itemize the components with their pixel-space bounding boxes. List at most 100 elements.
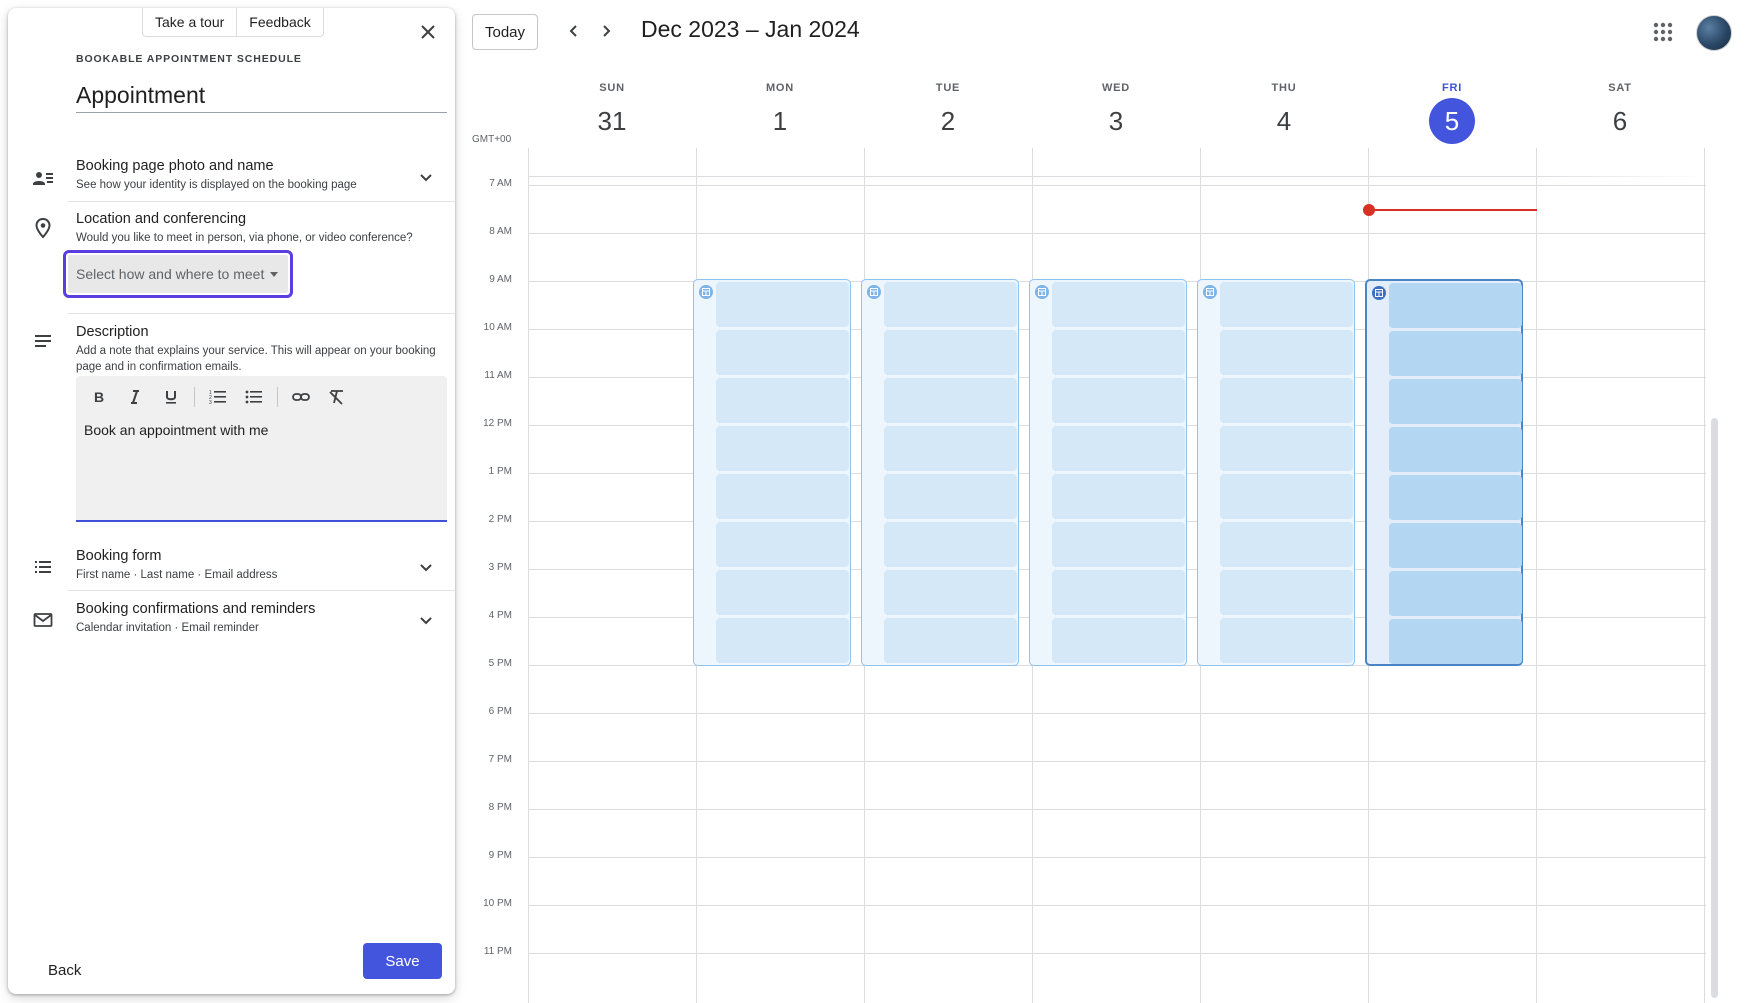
appointment-slot[interactable] [884, 618, 1017, 663]
appointment-slot[interactable] [884, 378, 1017, 423]
location-select-value: Select how and where to meet [76, 266, 265, 282]
appointment-slot[interactable] [1389, 475, 1522, 520]
day-header-wed[interactable]: WED 3 [1032, 82, 1200, 144]
numbered-list-icon[interactable]: 123 [205, 384, 231, 410]
appointment-slot[interactable] [1389, 379, 1522, 424]
apps-grid-icon[interactable] [1651, 20, 1675, 44]
chevron-right-icon[interactable] [593, 18, 619, 44]
appointment-slot[interactable] [1052, 330, 1185, 375]
bulleted-list-icon[interactable] [241, 384, 267, 410]
section-subtitle: Calendar invitation · Email reminder [76, 622, 259, 634]
appointment-slot[interactable] [1389, 523, 1522, 568]
clear-format-icon[interactable] [324, 384, 350, 410]
bold-icon[interactable]: B [86, 384, 112, 410]
appointment-slot[interactable] [716, 426, 849, 471]
appointment-slot[interactable] [1052, 426, 1185, 471]
appointment-slot[interactable] [884, 282, 1017, 327]
appointment-block[interactable] [1197, 279, 1355, 666]
appointment-slot[interactable] [1052, 474, 1185, 519]
appointment-block[interactable] [693, 279, 851, 666]
appointment-slot[interactable] [1220, 378, 1353, 423]
appointment-slot[interactable] [1220, 522, 1353, 567]
appointment-slot[interactable] [1052, 570, 1185, 615]
hour-line [528, 809, 1706, 810]
appointment-slot[interactable] [884, 570, 1017, 615]
appointment-slot[interactable] [716, 282, 849, 327]
svg-text:3: 3 [209, 400, 212, 405]
appointment-slot[interactable] [716, 618, 849, 663]
appointment-slot[interactable] [1389, 283, 1522, 328]
chevron-down-icon[interactable] [416, 611, 436, 631]
appointment-schedule-icon [1203, 285, 1217, 299]
appointment-slot[interactable] [1220, 426, 1353, 471]
day-column-divider [528, 148, 529, 1003]
person-card-icon [32, 168, 54, 190]
day-number[interactable]: 4 [1200, 98, 1368, 144]
chevron-left-icon[interactable] [561, 18, 587, 44]
current-time-line [1369, 209, 1537, 211]
location-select[interactable]: Select how and where to meet [68, 255, 288, 293]
description-text[interactable]: Book an appointment with me [84, 422, 268, 438]
today-button[interactable]: Today [472, 14, 538, 50]
appointment-slot[interactable] [1389, 571, 1522, 616]
section-subtitle: See how your identity is displayed on th… [76, 179, 357, 191]
toolbar-separator [277, 387, 278, 407]
appointment-slot[interactable] [1220, 570, 1353, 615]
day-number-text: 31 [597, 106, 627, 136]
appointment-slot[interactable] [884, 474, 1017, 519]
chevron-down-icon[interactable] [416, 168, 436, 188]
appointment-slot[interactable] [884, 330, 1017, 375]
appointment-slot[interactable] [716, 378, 849, 423]
divider [68, 313, 455, 314]
appointment-slot[interactable] [1220, 474, 1353, 519]
day-number[interactable]: 1 [696, 98, 864, 144]
day-number[interactable]: 5 [1368, 98, 1536, 144]
chevron-down-icon[interactable] [416, 558, 436, 578]
appointment-block[interactable] [1029, 279, 1187, 666]
day-header-sat[interactable]: SAT 6 [1536, 82, 1704, 144]
description-editor[interactable]: B 123 Book an appointment with me [76, 376, 447, 522]
link-icon[interactable] [288, 384, 314, 410]
appointment-slot[interactable] [716, 474, 849, 519]
scrollbar[interactable] [1711, 418, 1718, 998]
hour-line [528, 185, 1706, 186]
day-number[interactable]: 2 [864, 98, 1032, 144]
appointment-slot[interactable] [1389, 619, 1522, 664]
date-range-title: Dec 2023 – Jan 2024 [641, 16, 860, 42]
underline-icon[interactable] [158, 384, 184, 410]
title-input[interactable] [76, 78, 447, 113]
appointment-slot[interactable] [1389, 331, 1522, 376]
appointment-slot[interactable] [1052, 378, 1185, 423]
day-header-sun[interactable]: SUN 31 [528, 82, 696, 144]
appointment-block[interactable] [1365, 279, 1523, 666]
caret-down-icon [270, 271, 279, 277]
day-header-mon[interactable]: MON 1 [696, 82, 864, 144]
day-header-fri[interactable]: FRI 5 [1368, 82, 1536, 144]
appointment-slot[interactable] [1052, 618, 1185, 663]
appointment-slot[interactable] [716, 330, 849, 375]
day-header-thu[interactable]: THU 4 [1200, 82, 1368, 144]
appointment-slot[interactable] [716, 570, 849, 615]
appointment-slot[interactable] [1052, 522, 1185, 567]
feedback-button[interactable]: Feedback [236, 8, 322, 36]
close-icon[interactable] [418, 22, 438, 42]
appointment-slot[interactable] [1052, 282, 1185, 327]
take-tour-button[interactable]: Take a tour [143, 8, 236, 36]
appointment-slot[interactable] [884, 522, 1017, 567]
appointment-slot[interactable] [1220, 282, 1353, 327]
avatar[interactable] [1696, 15, 1732, 51]
appointment-slot[interactable] [1220, 618, 1353, 663]
italic-icon[interactable] [122, 384, 148, 410]
day-header-tue[interactable]: TUE 2 [864, 82, 1032, 144]
back-button[interactable]: Back [38, 954, 91, 987]
appointment-slot[interactable] [1389, 427, 1522, 472]
appointment-slot[interactable] [1220, 330, 1353, 375]
save-button[interactable]: Save [363, 943, 442, 979]
divider [68, 201, 455, 202]
day-number[interactable]: 31 [528, 98, 696, 144]
day-number[interactable]: 6 [1536, 98, 1704, 144]
appointment-block[interactable] [861, 279, 1019, 666]
day-number[interactable]: 3 [1032, 98, 1200, 144]
appointment-slot[interactable] [716, 522, 849, 567]
appointment-slot[interactable] [884, 426, 1017, 471]
